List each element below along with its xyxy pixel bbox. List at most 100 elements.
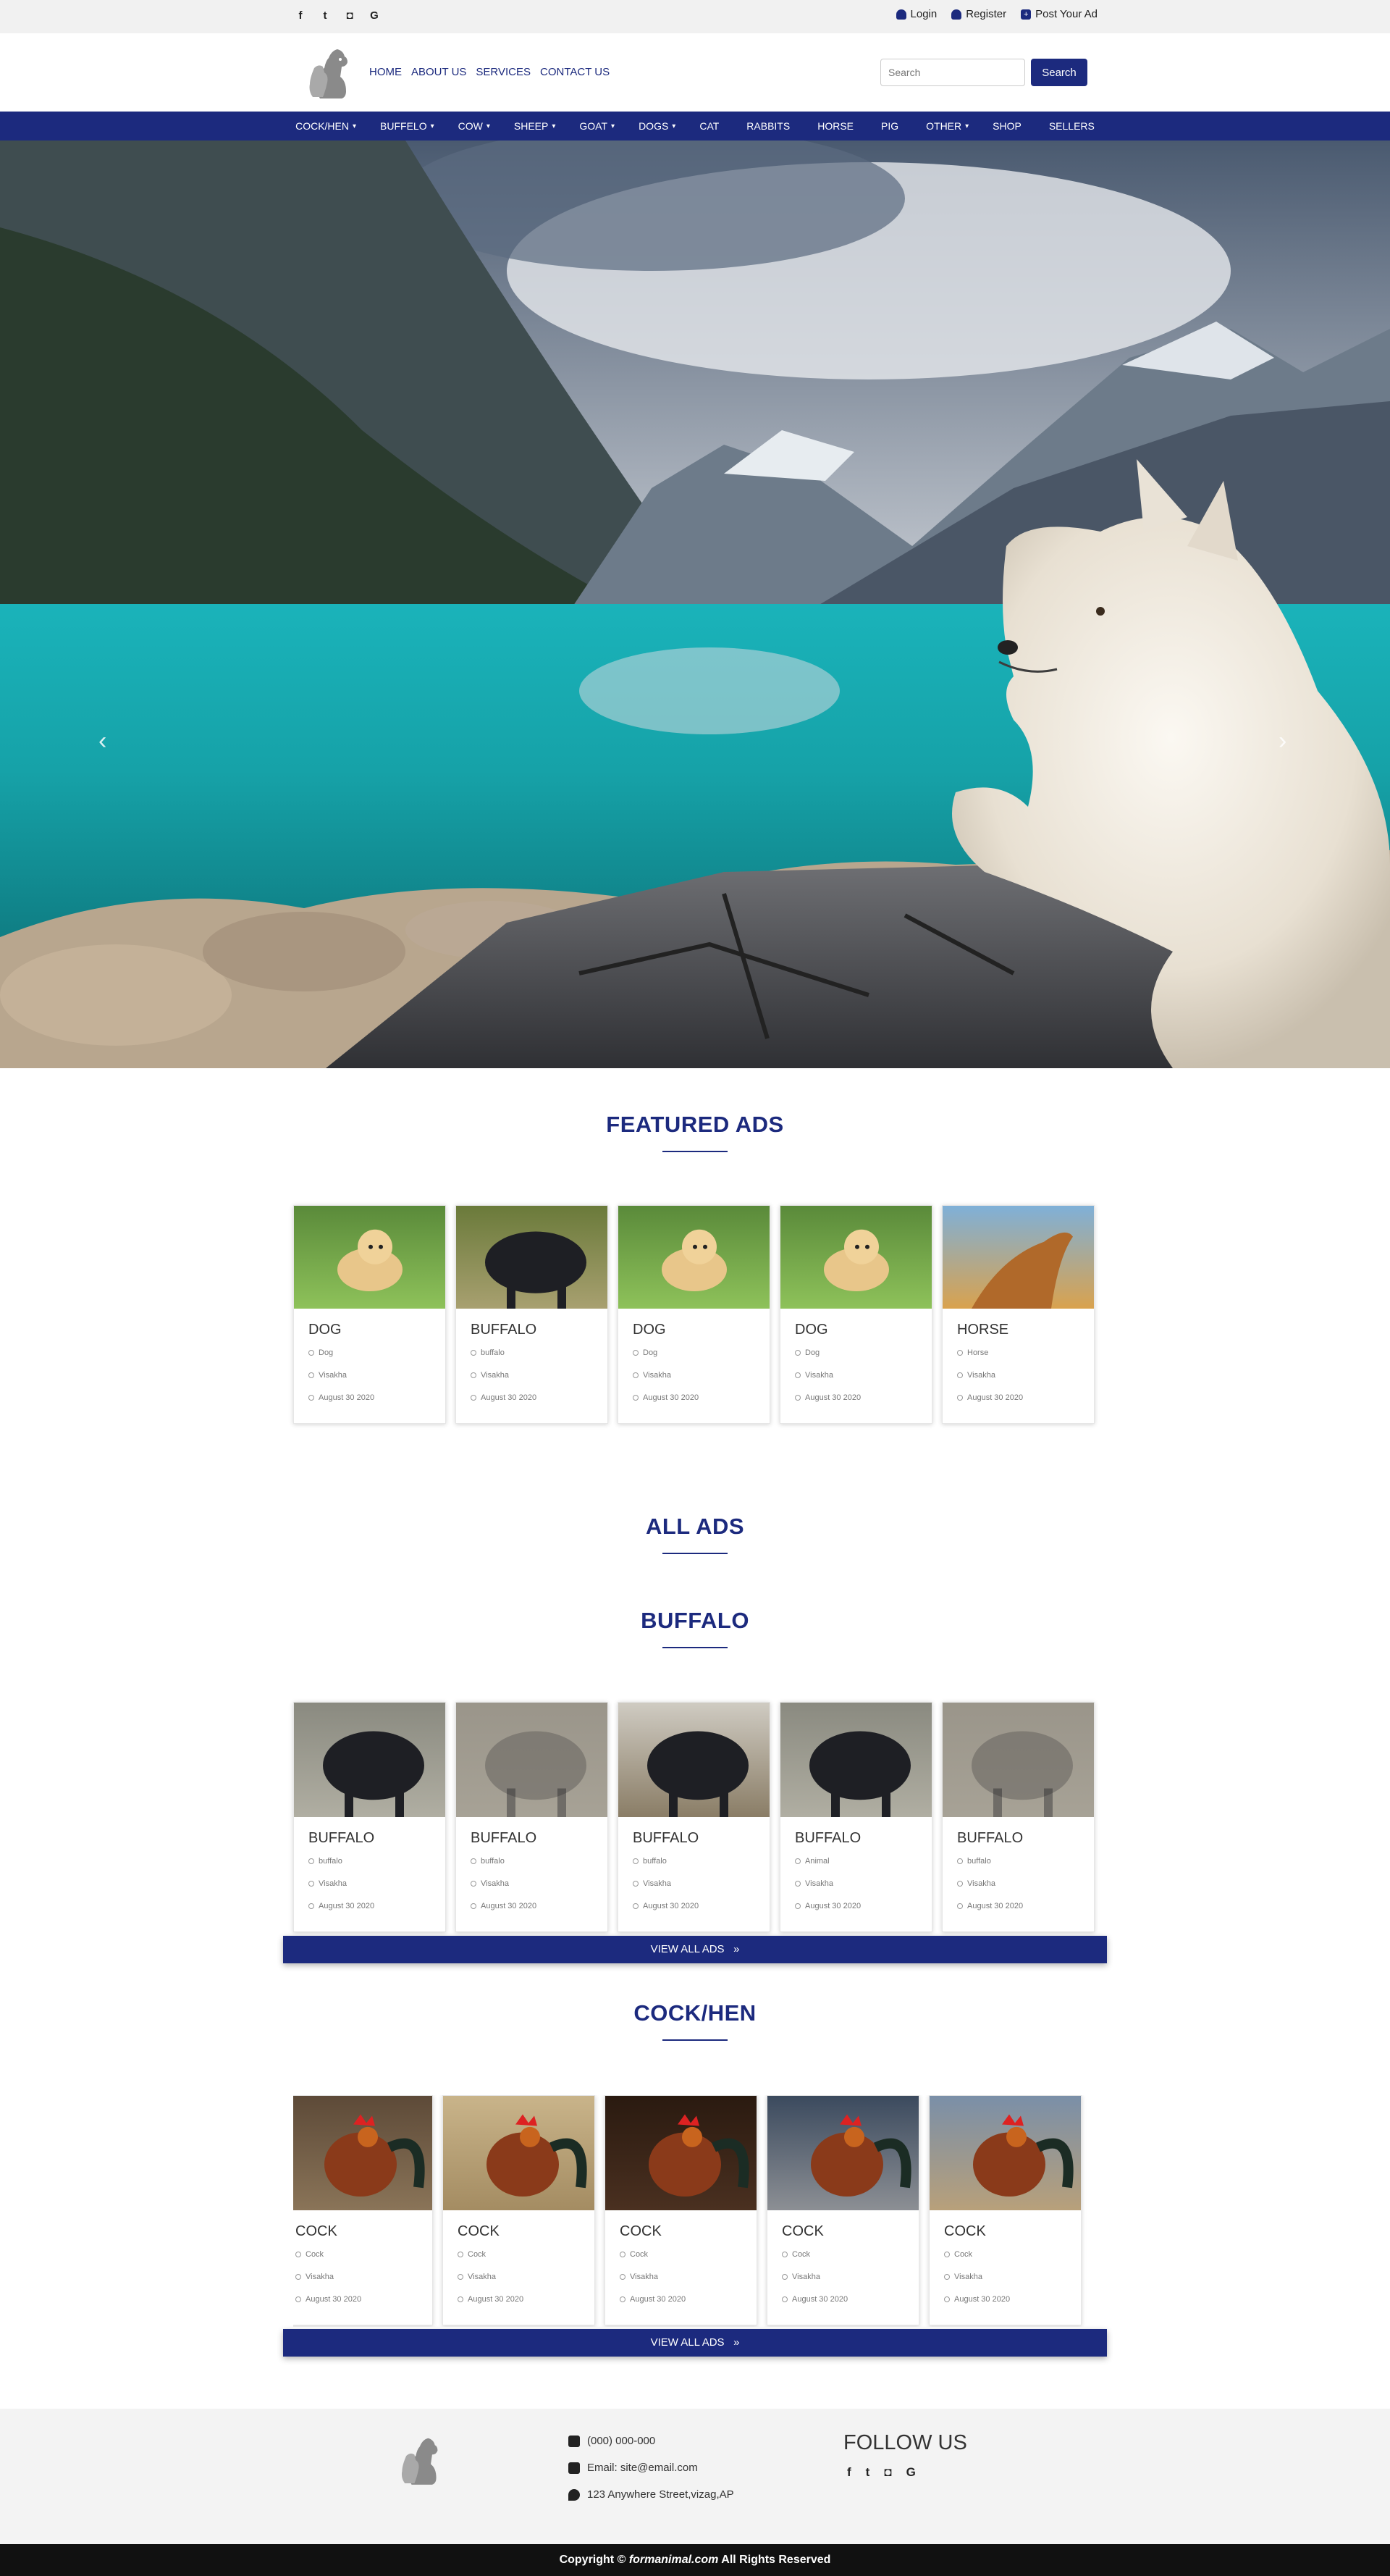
ad-title[interactable]: DOG — [308, 1322, 431, 1338]
tag-icon — [633, 1858, 639, 1864]
nav-contact-us[interactable]: CONTACT US — [540, 66, 610, 78]
search-form: Search — [880, 59, 1087, 86]
ad-title[interactable]: COCK — [782, 2223, 904, 2240]
ad-photo[interactable] — [605, 2096, 757, 2210]
ad-photo[interactable] — [767, 2096, 919, 2210]
cock-hen-section: COCK/HEN — [0, 2000, 1390, 2041]
ad-photo[interactable] — [294, 1206, 445, 1309]
ad-photo[interactable] — [930, 2096, 1081, 2210]
carousel-prev-arrow[interactable]: ‹ — [98, 727, 106, 755]
ad-photo[interactable] — [456, 1703, 607, 1817]
ad-card[interactable]: HORSE Horse Visakha August 30 2020 — [942, 1205, 1095, 1424]
category-nav-item-horse[interactable]: HORSE — [804, 120, 867, 132]
category-nav-item-cock-hen[interactable]: COCK/HEN — [282, 120, 363, 132]
ad-card[interactable]: BUFFALO buffalo Visakha August 30 2020 — [455, 1702, 608, 1932]
email-text[interactable]: Email: site@email.com — [587, 2462, 698, 2474]
ad-card[interactable]: COCK Cock Visakha August 30 2020 — [442, 2095, 595, 2325]
ad-card[interactable]: COCK Cock Visakha August 30 2020 — [767, 2095, 919, 2325]
ad-photo[interactable] — [780, 1206, 932, 1309]
ad-photo[interactable] — [943, 1703, 1094, 1817]
carousel-next-arrow[interactable]: › — [1279, 727, 1286, 755]
caret-down-icon: ▾ — [430, 122, 434, 130]
ad-location: Visakha — [957, 1879, 1079, 1888]
view-all-label: VIEW ALL ADS — [650, 2336, 725, 2349]
clock-icon — [633, 1395, 639, 1401]
category-nav-item-sellers[interactable]: SELLERS — [1035, 120, 1108, 132]
category-nav-item-shop[interactable]: SHOP — [979, 120, 1035, 132]
ad-card[interactable]: COCK Cock Visakha August 30 2020 — [293, 2095, 433, 2325]
ad-title[interactable]: DOG — [795, 1322, 917, 1338]
ad-photo[interactable] — [618, 1206, 770, 1309]
ad-date: August 30 2020 — [944, 2295, 1066, 2304]
ad-photo[interactable] — [780, 1703, 932, 1817]
google-icon[interactable]: G — [368, 9, 381, 22]
title-underline — [662, 1553, 728, 1554]
ad-date-text: August 30 2020 — [643, 1902, 699, 1910]
category-nav-item-pig[interactable]: PIG — [867, 120, 912, 132]
nav-home[interactable]: HOME — [369, 66, 402, 78]
ad-location-text: Visakha — [643, 1371, 671, 1380]
ad-title[interactable]: BUFFALO — [471, 1322, 593, 1338]
login-link[interactable]: Login — [896, 8, 937, 20]
ad-title[interactable]: BUFFALO — [957, 1830, 1079, 1847]
buffalo-title: BUFFALO — [641, 1608, 749, 1633]
ad-photo[interactable] — [456, 1206, 607, 1309]
ad-photo[interactable] — [294, 1703, 445, 1817]
register-link[interactable]: Register — [951, 8, 1006, 20]
ad-card[interactable]: COCK Cock Visakha August 30 2020 — [605, 2095, 757, 2325]
ad-photo[interactable] — [443, 2096, 594, 2210]
ad-title[interactable]: BUFFALO — [471, 1830, 593, 1847]
ad-card[interactable]: DOG Dog Visakha August 30 2020 — [780, 1205, 932, 1424]
clock-icon — [782, 2296, 788, 2302]
nav-services[interactable]: SERVICES — [476, 66, 531, 78]
ad-card[interactable]: BUFFALO buffalo Visakha August 30 2020 — [942, 1702, 1095, 1932]
ad-title[interactable]: COCK — [295, 2223, 418, 2240]
search-button[interactable]: Search — [1031, 59, 1087, 86]
ad-photo[interactable] — [618, 1703, 770, 1817]
site-logo[interactable] — [303, 43, 353, 100]
caret-down-icon: ▾ — [486, 122, 490, 130]
tag-icon — [782, 2252, 788, 2257]
tag-icon — [633, 1350, 639, 1356]
search-input[interactable] — [880, 59, 1025, 86]
buffalo-view-all-button[interactable]: VIEW ALL ADS » — [283, 1936, 1107, 1963]
facebook-icon[interactable]: f — [847, 2465, 851, 2480]
category-nav-item-buffelo[interactable]: BUFFELO — [366, 120, 441, 132]
post-ad-link[interactable]: + Post Your Ad — [1021, 8, 1098, 20]
ad-location-text: Visakha — [468, 2273, 496, 2281]
ad-title[interactable]: BUFFALO — [308, 1830, 431, 1847]
ad-card[interactable]: BUFFALO Animal Visakha August 30 2020 — [780, 1702, 932, 1932]
google-icon[interactable]: G — [906, 2465, 916, 2480]
twitter-icon[interactable]: t — [319, 9, 332, 22]
instagram-icon[interactable]: ◘ — [343, 9, 356, 22]
ad-photo[interactable] — [293, 2096, 432, 2210]
ad-card[interactable]: BUFFALO buffalo Visakha August 30 2020 — [455, 1205, 608, 1424]
nav-about-us[interactable]: ABOUT US — [411, 66, 466, 78]
ad-title[interactable]: COCK — [944, 2223, 1066, 2240]
ad-location: Visakha — [944, 2273, 1066, 2281]
facebook-icon[interactable]: f — [294, 9, 307, 22]
footer-logo[interactable] — [395, 2432, 443, 2487]
ad-card[interactable]: DOG Dog Visakha August 30 2020 — [618, 1205, 770, 1424]
ad-photo[interactable] — [943, 1206, 1094, 1309]
cock-view-all-button[interactable]: VIEW ALL ADS » — [283, 2329, 1107, 2357]
category-nav-item-rabbits[interactable]: RABBITS — [733, 120, 804, 132]
ad-card[interactable]: BUFFALO buffalo Visakha August 30 2020 — [618, 1702, 770, 1932]
ad-title[interactable]: BUFFALO — [795, 1830, 917, 1847]
ad-title[interactable]: COCK — [458, 2223, 580, 2240]
twitter-icon[interactable]: t — [866, 2465, 870, 2480]
ad-card[interactable]: DOG Dog Visakha August 30 2020 — [293, 1205, 446, 1424]
category-nav-item-cat[interactable]: CAT — [686, 120, 733, 132]
ad-title[interactable]: DOG — [633, 1322, 755, 1338]
tag-icon — [795, 1350, 801, 1356]
tag-icon — [957, 1350, 963, 1356]
copyright-site[interactable]: formanimal.com — [629, 2554, 719, 2566]
instagram-icon[interactable]: ◘ — [884, 2465, 891, 2480]
ad-title[interactable]: HORSE — [957, 1322, 1079, 1338]
ad-category-text: Animal — [805, 1857, 830, 1866]
ad-card[interactable]: COCK Cock Visakha August 30 2020 — [929, 2095, 1082, 2325]
ad-card[interactable]: BUFFALO buffalo Visakha August 30 2020 — [293, 1702, 446, 1932]
ad-title[interactable]: COCK — [620, 2223, 742, 2240]
ad-title[interactable]: BUFFALO — [633, 1830, 755, 1847]
ad-category: Dog — [308, 1348, 431, 1357]
